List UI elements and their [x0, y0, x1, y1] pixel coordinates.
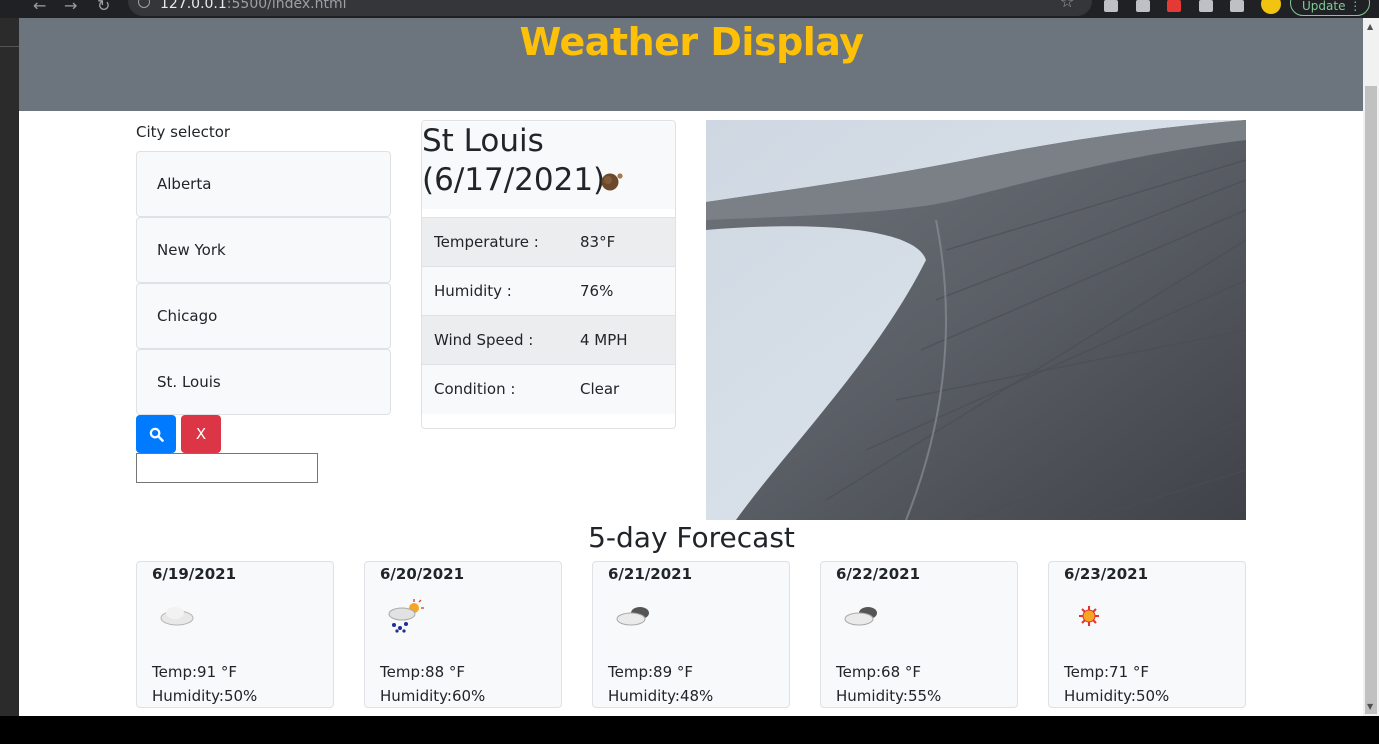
wind-speed-value: 4 MPH — [580, 315, 675, 365]
city-item-alberta[interactable]: Alberta — [136, 151, 391, 217]
forecast-card: 6/22/2021 Temp:68 °F Humidity:55% — [820, 561, 1018, 708]
page-title: Weather Display — [519, 20, 864, 64]
browser-toolbar: ← → ↻ 127.0.0.1:5500/index.html ☆ Update… — [0, 0, 1379, 18]
broken-clouds-icon — [616, 607, 649, 626]
scroll-down-icon[interactable]: ▼ — [1367, 702, 1373, 711]
forecast-temp: Temp:89 °F — [608, 663, 694, 681]
current-weather-card: St Louis (6/17/2021) Temperature : 83°F … — [421, 120, 676, 429]
clear-night-icon — [601, 173, 623, 191]
forecast-card: 6/20/2021 Temp:88 °F Humidity:60% — [364, 561, 562, 708]
back-icon[interactable]: ← — [33, 0, 46, 15]
profile-avatar[interactable] — [1261, 0, 1281, 14]
humidity-value: 76% — [580, 266, 675, 316]
forecast-card: 6/23/2021 Temp:71 °F Humidity:50% — [1048, 561, 1246, 708]
address-url: 127.0.0.1:5500/index.html — [160, 0, 347, 12]
cloud-icon — [160, 607, 194, 626]
city-list: Alberta New York Chicago St. Louis — [136, 151, 391, 415]
condition-label: Condition : — [422, 364, 580, 414]
forecast-date: 6/22/2021 — [836, 565, 921, 583]
forecast-temp: Temp:88 °F — [380, 663, 466, 681]
site-info-icon[interactable] — [138, 0, 150, 8]
forecast-humidity: Humidity:50% — [152, 687, 258, 705]
city-item-chicago[interactable]: Chicago — [136, 283, 391, 349]
forward-icon[interactable]: → — [64, 0, 77, 15]
city-item-new-york[interactable]: New York — [136, 217, 391, 283]
current-weather-table: Temperature : 83°F Humidity : 76% Wind S… — [422, 217, 675, 414]
sun-icon — [1079, 606, 1099, 626]
table-row: Wind Speed : 4 MPH — [422, 315, 675, 365]
forecast-humidity: Humidity:48% — [608, 687, 714, 705]
forecast-date: 6/19/2021 — [152, 565, 237, 583]
search-icon — [149, 427, 164, 442]
city-search-input[interactable] — [136, 453, 318, 483]
reload-icon[interactable]: ↻ — [97, 0, 110, 15]
forecast-humidity: Humidity:50% — [1064, 687, 1170, 705]
temperature-label: Temperature : — [422, 217, 580, 267]
temperature-value: 83°F — [580, 217, 675, 267]
forecast-humidity: Humidity:60% — [380, 687, 486, 705]
side-panel-strip — [0, 18, 19, 718]
bookmark-star-icon[interactable]: ☆ — [1060, 0, 1074, 11]
current-weather-title: St Louis (6/17/2021) — [422, 122, 675, 209]
city-photo — [706, 120, 1246, 520]
forecast-title: 5-day Forecast — [588, 521, 795, 554]
extension-icon[interactable] — [1167, 0, 1181, 12]
address-bar[interactable]: 127.0.0.1:5500/index.html ☆ — [128, 0, 1092, 16]
rain-sun-icon — [388, 599, 424, 633]
forecast-date: 6/20/2021 — [380, 565, 465, 583]
forecast-temp: Temp:71 °F — [1064, 663, 1150, 681]
forecast-card: 6/21/2021 Temp:89 °F Humidity:48% — [592, 561, 790, 708]
city-selector-label: City selector — [136, 123, 231, 141]
current-date: (6/17/2021) — [422, 162, 606, 198]
forecast-card: 6/19/2021 Temp:91 °F Humidity:50% — [136, 561, 334, 708]
taskbar — [0, 716, 1379, 744]
vertical-scrollbar[interactable]: ▲ ▼ — [1363, 18, 1379, 716]
search-button[interactable] — [136, 415, 176, 453]
scrollbar-thumb[interactable] — [1365, 86, 1377, 714]
extension-icon[interactable] — [1136, 0, 1150, 12]
media-icon[interactable] — [1230, 0, 1244, 12]
forecast-date: 6/23/2021 — [1064, 565, 1149, 583]
city-item-st-louis[interactable]: St. Louis — [136, 349, 391, 415]
broken-clouds-icon — [844, 607, 877, 626]
forecast-temp: Temp:68 °F — [836, 663, 922, 681]
page-header: Weather Display — [19, 18, 1364, 111]
page: Weather Display City selector Alberta Ne… — [19, 18, 1364, 716]
extension-icon[interactable] — [1104, 0, 1118, 12]
humidity-label: Humidity : — [422, 266, 580, 316]
clear-button[interactable]: X — [181, 415, 221, 453]
forecast-humidity: Humidity:55% — [836, 687, 942, 705]
update-button[interactable]: Update ⋮ — [1290, 0, 1370, 16]
puzzle-icon[interactable] — [1199, 0, 1213, 12]
current-city: St Louis — [422, 123, 544, 159]
forecast-temp: Temp:91 °F — [152, 663, 238, 681]
condition-value: Clear — [580, 364, 675, 414]
forecast-date: 6/21/2021 — [608, 565, 693, 583]
table-row: Humidity : 76% — [422, 266, 675, 316]
table-row: Temperature : 83°F — [422, 217, 675, 267]
wind-speed-label: Wind Speed : — [422, 315, 580, 365]
table-row: Condition : Clear — [422, 364, 675, 414]
scroll-up-icon[interactable]: ▲ — [1367, 22, 1373, 31]
